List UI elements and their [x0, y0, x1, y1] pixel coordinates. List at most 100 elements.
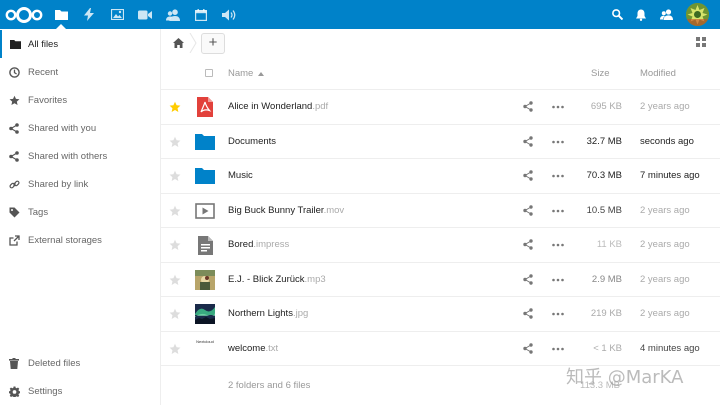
share-icon[interactable] [523, 204, 535, 217]
file-name[interactable]: E.J. - Blick Zurück.mp3 [228, 263, 326, 297]
file-size: 695 KB [590, 101, 622, 112]
file-size: 2.9 MB [591, 273, 622, 285]
app-navigation: All files Recent Favorites Shared with y… [0, 29, 161, 405]
file-name[interactable]: Bored.impress [228, 228, 289, 262]
file-modified: 2 years ago [640, 273, 690, 285]
notifications-icon[interactable] [629, 0, 653, 29]
folder-icon [2, 39, 28, 49]
nav-item-deleted-files[interactable]: Deleted files [0, 349, 160, 377]
file-basename: Big Buck Bunny Trailer [228, 204, 324, 216]
nav-item-shared-with-others[interactable]: Shared with others [0, 142, 160, 170]
file-basename: Music [228, 170, 253, 181]
file-extension: .pdf [312, 101, 329, 112]
file-name[interactable]: Northern Lights.jpg [228, 297, 308, 331]
column-name-header[interactable]: Name [228, 57, 265, 90]
file-list-header: Name Size Modified [161, 57, 720, 90]
file-basename: E.J. - Blick Zurück [228, 273, 305, 285]
trash-icon [0, 357, 28, 369]
file-row[interactable]: Nextcloud welcome.txt < 1 KB 4 minutes a… [161, 332, 720, 366]
speaker-app-icon[interactable] [215, 0, 243, 29]
favorite-star-icon[interactable] [169, 239, 181, 251]
file-extension: .mov [323, 204, 345, 216]
file-row[interactable]: Big Buck Bunny Trailer.mov 10.5 MB 2 yea… [161, 194, 720, 228]
file-extension: .mp3 [304, 273, 326, 285]
file-extension: .txt [265, 342, 279, 354]
file-row[interactable]: Documents 32.7 MB seconds ago [161, 125, 720, 159]
favorite-star-icon[interactable] [169, 205, 181, 217]
files-app-icon[interactable] [47, 0, 75, 29]
share-icon[interactable] [523, 170, 535, 182]
share-icon[interactable] [523, 342, 535, 355]
file-name[interactable]: Documents [228, 125, 276, 159]
nav-item-label: Shared by link [28, 178, 89, 190]
new-file-button[interactable]: + [201, 33, 225, 54]
nav-item-recent[interactable]: Recent [0, 58, 160, 86]
file-modified: 2 years ago [640, 204, 690, 216]
nav-item-favorites[interactable]: Favorites [0, 86, 160, 114]
nav-item-all-files[interactable]: All files [0, 30, 160, 58]
external-icon [0, 234, 28, 246]
activity-app-icon[interactable] [75, 0, 103, 29]
favorite-star-icon[interactable] [169, 170, 181, 182]
file-row[interactable]: Music 70.3 MB 7 minutes ago [161, 159, 720, 194]
nav-item-label: Recent [28, 66, 59, 78]
file-basename: Northern Lights [228, 308, 293, 319]
file-name[interactable]: welcome.txt [228, 332, 278, 366]
file-name[interactable]: Music [228, 159, 253, 193]
file-name[interactable]: Alice in Wonderland.pdf [228, 90, 328, 124]
calendar-app-icon[interactable] [187, 0, 215, 29]
share-icon[interactable] [523, 135, 535, 148]
nav-item-label: Tags [28, 206, 49, 218]
video-app-icon[interactable] [131, 0, 159, 29]
home-icon[interactable] [169, 35, 187, 51]
file-summary: 2 folders and 6 files [228, 380, 311, 391]
file-size: 219 KB [590, 308, 622, 319]
search-icon[interactable] [605, 0, 629, 29]
avatar[interactable] [686, 3, 709, 26]
column-size-header[interactable]: Size [591, 57, 609, 90]
nav-item-tags[interactable]: Tags [0, 198, 160, 226]
folder-icon [195, 166, 215, 186]
file-basename: welcome [228, 342, 266, 354]
nav-item-external-storages[interactable]: External storages [0, 226, 160, 254]
nav-item-label: Favorites [28, 94, 68, 106]
share-icon[interactable] [523, 273, 535, 286]
contacts-menu-icon[interactable] [654, 0, 678, 29]
file-modified: 2 years ago [640, 239, 690, 250]
file-row[interactable]: E.J. - Blick Zurück.mp3 2.9 MB 2 years a… [161, 263, 720, 297]
share-icon[interactable] [523, 101, 535, 113]
nextcloud-logo[interactable] [4, 4, 44, 26]
document-icon [195, 235, 215, 255]
share-icon[interactable] [523, 239, 535, 251]
file-row[interactable]: Alice in Wonderland.pdf 695 KB 2 years a… [161, 90, 720, 125]
select-all-checkbox[interactable] [205, 69, 213, 77]
file-name[interactable]: Big Buck Bunny Trailer.mov [228, 194, 344, 228]
gear-icon [0, 385, 28, 397]
file-size: 11 KB [596, 239, 622, 250]
share-icon [0, 150, 28, 162]
favorite-star-icon[interactable] [169, 136, 181, 148]
favorite-star-icon[interactable] [169, 101, 181, 113]
favorite-star-icon[interactable] [169, 308, 181, 320]
file-size: 70.3 MB [586, 170, 622, 181]
file-row[interactable]: Bored.impress 11 KB 2 years ago [161, 228, 720, 263]
nav-item-shared-with-you[interactable]: Shared with you [0, 114, 160, 142]
top-header [0, 0, 720, 29]
share-icon[interactable] [523, 308, 535, 320]
album-art-thumbnail [195, 269, 215, 290]
file-row[interactable]: Northern Lights.jpg 219 KB 2 years ago [161, 297, 720, 332]
contacts-app-icon[interactable] [159, 0, 187, 29]
favorite-star-icon[interactable] [169, 343, 181, 355]
nav-item-settings[interactable]: Settings [0, 377, 160, 405]
watermark: 知乎 @MarKA [566, 367, 684, 388]
grid-view-icon[interactable] [696, 37, 708, 49]
column-modified-header[interactable]: Modified [640, 57, 676, 90]
controls-bar: + [161, 29, 720, 57]
gallery-app-icon[interactable] [103, 0, 131, 29]
file-size: 32.7 MB [586, 135, 622, 147]
nav-item-shared-by-link[interactable]: Shared by link [0, 170, 160, 198]
favorite-star-icon[interactable] [169, 274, 181, 286]
column-size-label: Size [591, 68, 610, 79]
file-extension: .impress [253, 239, 290, 250]
file-modified: 4 minutes ago [640, 342, 700, 354]
